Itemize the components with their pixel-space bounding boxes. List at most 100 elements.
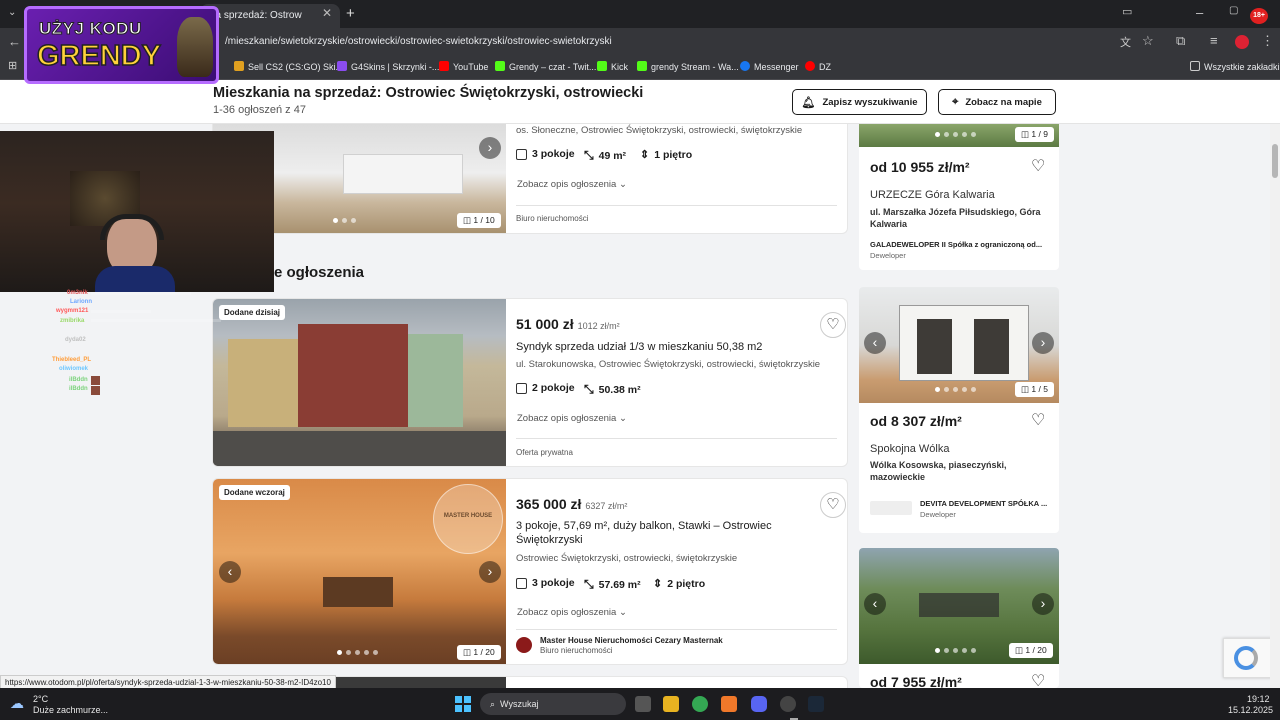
ad-name[interactable]: URZECZE Góra Kalwaria: [870, 189, 995, 201]
street: [213, 431, 506, 466]
bookmark-item[interactable]: G4Skins | Skrzynki -...: [337, 61, 439, 72]
prev-photo-arrow[interactable]: ‹: [864, 332, 886, 354]
reading-list-icon[interactable]: ≡: [1210, 33, 1218, 48]
profile-avatar[interactable]: [1235, 35, 1249, 49]
obs-icon[interactable]: [780, 696, 796, 712]
see-description-link[interactable]: Zobacz opis ogłoszenia ⌄: [517, 607, 627, 618]
next-photo-arrow[interactable]: ›: [479, 137, 501, 159]
ad-name[interactable]: Spokojna Wólka: [870, 443, 950, 455]
floor: ⇕ 2 piętro: [653, 577, 706, 591]
favorite-heart-icon[interactable]: ♡: [820, 492, 846, 518]
favorite-heart-icon[interactable]: ♡: [820, 312, 846, 338]
taskbar-search[interactable]: ⌕ Wyszukaj: [480, 693, 626, 715]
scrollbar-thumb[interactable]: [1272, 144, 1278, 178]
url-field[interactable]: /mieszkanie/swietokrzyskie/ostrowiecki/o…: [225, 36, 612, 47]
close-tab-icon[interactable]: ✕: [322, 6, 332, 20]
ad-developer: DEVITA DEVELOPMENT SPÓŁKA ...: [920, 499, 1048, 508]
seller-type: Biuro nieruchomości: [516, 214, 589, 223]
next-photo-arrow[interactable]: ›: [1032, 332, 1054, 354]
prev-photo-arrow[interactable]: ‹: [864, 593, 886, 615]
house-window: [974, 319, 1009, 374]
webcam-overlay: [0, 131, 274, 292]
prev-photo-arrow[interactable]: ‹: [219, 561, 241, 583]
camera-icon: ◫: [463, 215, 474, 225]
bookmark-star-icon[interactable]: ☆: [1142, 33, 1154, 49]
see-description-link[interactable]: Zobacz opis ogłoszenia ⌄: [517, 413, 627, 424]
photo-counter: ◫ 1 / 5: [1015, 382, 1054, 397]
ad-photo[interactable]: ‹ › ◫ 1 / 5: [859, 287, 1059, 403]
rooms: 3 pokoje: [516, 148, 575, 160]
developer-ad[interactable]: ‹ › ◫ 1 / 20 od 7 955 zł/m² ♡: [859, 548, 1059, 688]
listing-address: Ostrowiec Świętokrzyski, ostrowiecki, św…: [516, 553, 738, 564]
agency-name[interactable]: Master House Nieruchomości Cezary Master…: [540, 636, 723, 645]
area: ⤡ 49 m²: [584, 148, 627, 162]
page-title: Mieszkania na sprzedaż: Ostrowiec Święto…: [213, 85, 644, 101]
photo-dots: [935, 132, 976, 137]
chrome-icon[interactable]: [692, 696, 708, 712]
bookmark-item[interactable]: Kick: [597, 61, 628, 72]
all-bookmarks[interactable]: Wszystkie zakładki: [1190, 61, 1280, 72]
listing-card[interactable]: › ◫ 1 / 10 os. Słoneczne, Ostrowiec Świę…: [212, 124, 848, 234]
added-today-badge: Dodane dzisiaj: [219, 305, 286, 320]
task-view-icon[interactable]: [635, 696, 651, 712]
new-tab-icon[interactable]: +: [346, 5, 355, 22]
listing-card[interactable]: MASTER HOUSE Dodane wczoraj ‹ › ◫ 1 / 20…: [212, 478, 848, 665]
menu-icon[interactable]: ⋮: [1261, 33, 1274, 49]
chat-overlay: 0m3nik Larionn wygmm121 zmibrika dyda02 …: [40, 290, 221, 396]
steam-icon[interactable]: [808, 696, 824, 712]
map-view-button[interactable]: ⌖ Zobacz na mapie: [938, 89, 1056, 115]
listing-photo[interactable]: Dodane dzisiaj: [213, 299, 506, 466]
ad-type: Deweloper: [870, 251, 906, 260]
photo-counter: ◫ 1 / 20: [457, 645, 501, 660]
promo-banner: UŻYJ KODU GRENDY: [24, 6, 219, 84]
ad-photo[interactable]: ◫ 1 / 9: [859, 124, 1059, 147]
save-search-button[interactable]: 🔔︎ Zapisz wyszukiwanie: [792, 89, 927, 115]
discord-icon[interactable]: [751, 696, 767, 712]
bookmark-item[interactable]: Grendy – czat - Twit...: [495, 61, 596, 72]
chat-message: [91, 310, 151, 313]
app-icon[interactable]: [721, 696, 737, 712]
listing-photo[interactable]: MASTER HOUSE Dodane wczoraj ‹ › ◫ 1 / 20: [213, 479, 506, 664]
search-icon: ⌕: [490, 699, 496, 709]
see-description-link[interactable]: Zobacz opis ogłoszenia ⌄: [517, 179, 627, 190]
apps-icon[interactable]: ⊞: [8, 59, 17, 72]
area-icon: ⤡: [584, 382, 594, 396]
next-photo-arrow[interactable]: ›: [479, 561, 501, 583]
bookmark-item[interactable]: Sell CS2 (CS:GO) Ski...: [234, 61, 343, 72]
photo-dots: [935, 387, 976, 392]
scrollbar[interactable]: [1270, 124, 1280, 688]
building-right: [408, 334, 463, 427]
favorite-heart-icon[interactable]: ♡: [1031, 671, 1045, 688]
chat-user: wygmm121: [56, 308, 89, 314]
ad-photo[interactable]: ‹ › ◫ 1 / 20: [859, 548, 1059, 664]
translate-icon[interactable]: 文: [1120, 34, 1131, 50]
ad-price: od 7 955 zł/m²: [870, 674, 962, 688]
developer-ad[interactable]: ◫ 1 / 9 od 10 955 zł/m² ♡ URZECZE Góra K…: [859, 124, 1059, 270]
extensions-icon[interactable]: ⧉: [1176, 33, 1185, 49]
listing-card[interactable]: Dodane dzisiaj 51 000 zł 1012 zł/m² ♡ Syn…: [212, 298, 848, 467]
chat-user: zmibrika: [60, 318, 85, 324]
favorite-heart-icon[interactable]: ♡: [1031, 156, 1045, 176]
tab-list-icon[interactable]: ⌄: [8, 7, 16, 18]
minimize-icon[interactable]: –: [1196, 5, 1203, 20]
bookmark-item[interactable]: DZ: [805, 61, 831, 72]
developer-ad[interactable]: ‹ › ◫ 1 / 5 od 8 307 zł/m² ♡ Spokojna Wó…: [859, 287, 1059, 533]
maximize-icon[interactable]: ▢: [1229, 5, 1238, 16]
start-icon[interactable]: [455, 696, 471, 712]
chevron-down-icon: ⌄: [618, 607, 627, 618]
favorite-heart-icon[interactable]: ♡: [1031, 410, 1045, 430]
camera-icon: ◫: [1021, 384, 1032, 394]
weather-icon[interactable]: ☁: [10, 695, 24, 712]
bookmark-item[interactable]: YouTube: [439, 61, 488, 72]
browser-tab[interactable]: na sprzedaż: Ostrow: [200, 4, 340, 28]
area: ⤡ 57.69 m²: [584, 577, 641, 591]
listing-title[interactable]: 3 pokoje, 57,69 m², duży balkon, Stawki …: [516, 519, 806, 547]
bookmark-item[interactable]: Messenger: [740, 61, 799, 72]
next-photo-arrow[interactable]: ›: [1032, 593, 1054, 615]
cast-icon[interactable]: ▭: [1122, 5, 1132, 18]
bookmark-item[interactable]: grendy Stream - Wa...: [637, 61, 739, 72]
back-icon[interactable]: ←: [8, 34, 21, 49]
listing-title[interactable]: Syndyk sprzeda udział 1/3 w mieszkaniu 5…: [516, 340, 826, 354]
photo-counter: ◫ 1 / 20: [1009, 643, 1053, 658]
file-explorer-icon[interactable]: [663, 696, 679, 712]
